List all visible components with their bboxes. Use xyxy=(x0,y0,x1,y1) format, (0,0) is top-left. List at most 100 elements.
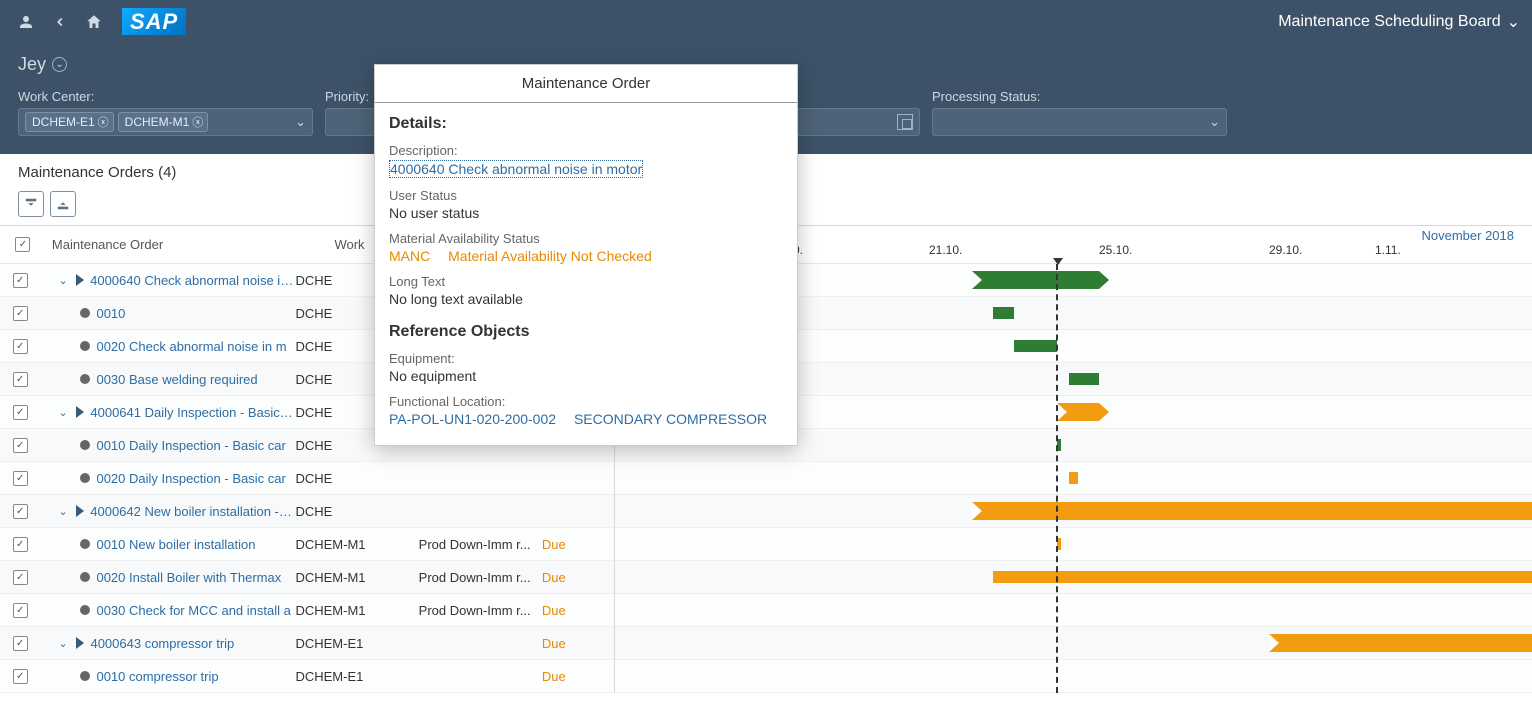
work-center-cell: DCHEM-E1 xyxy=(295,669,418,684)
order-icon xyxy=(76,505,84,517)
order-link[interactable]: 4000643 compressor trip xyxy=(90,636,234,651)
chevron-down-icon: ⌄ xyxy=(295,114,306,130)
gantt-bar[interactable] xyxy=(1069,373,1099,385)
close-icon[interactable]: ⓧ xyxy=(192,114,203,130)
column-header[interactable]: Maintenance Order xyxy=(46,237,335,252)
close-icon[interactable]: ⓧ xyxy=(98,114,109,130)
row-checkbox[interactable] xyxy=(13,603,28,618)
gantt-bar[interactable] xyxy=(1069,472,1078,484)
gantt-bar[interactable] xyxy=(1269,634,1532,652)
row-checkbox[interactable] xyxy=(13,636,28,651)
operation-icon xyxy=(80,374,90,384)
row-checkbox[interactable] xyxy=(13,669,28,684)
material-availability-label: Material Availability Status xyxy=(389,231,783,246)
gantt-bar[interactable] xyxy=(993,571,1532,583)
expand-icon[interactable]: ⌄ xyxy=(58,505,70,518)
app-title-dropdown[interactable]: Maintenance Scheduling Board ⌄ xyxy=(1278,12,1520,32)
row-checkbox[interactable] xyxy=(13,504,28,519)
order-link[interactable]: 0010 xyxy=(96,306,125,321)
timeline-tick: 25.10. xyxy=(1099,243,1132,257)
details-header: Details: xyxy=(389,115,783,133)
table-row[interactable]: 0020 Daily Inspection - Basic car DCHE xyxy=(0,462,614,495)
order-icon xyxy=(76,274,84,286)
description-link[interactable]: 4000640 Check abnormal noise in motor xyxy=(389,160,643,178)
row-checkbox[interactable] xyxy=(13,471,28,486)
gantt-bar[interactable] xyxy=(1014,340,1057,352)
table-row[interactable]: 0010 compressor trip DCHEM-E1 Due xyxy=(0,660,614,693)
table-row[interactable]: 0020 Install Boiler with Thermax DCHEM-M… xyxy=(0,561,614,594)
order-link[interactable]: 0020 Install Boiler with Thermax xyxy=(96,570,281,585)
maintenance-order-popover: Maintenance Order Details: Description: … xyxy=(374,64,798,446)
work-center-cell: DCHEM-M1 xyxy=(295,603,418,618)
order-link[interactable]: 0010 New boiler installation xyxy=(96,537,255,552)
material-availability-text: Material Availability Not Checked xyxy=(448,248,652,264)
time-marker-icon xyxy=(1053,258,1063,265)
filter-work-center: Work Center: DCHEM-E1ⓧ DCHEM-M1ⓧ ⌄ xyxy=(18,89,313,136)
row-checkbox[interactable] xyxy=(13,405,28,420)
order-link[interactable]: 4000640 Check abnormal noise in m xyxy=(90,273,295,288)
row-checkbox[interactable] xyxy=(13,306,28,321)
operation-icon xyxy=(80,308,90,318)
gantt-row xyxy=(615,660,1532,693)
gantt-row xyxy=(615,594,1532,627)
order-link[interactable]: 4000641 Daily Inspection - Basic ca xyxy=(90,405,295,420)
material-availability-code: MANC xyxy=(389,248,430,264)
gantt-bar[interactable] xyxy=(1057,403,1100,421)
timeline-tick: 29.10. xyxy=(1269,243,1302,257)
description-label: Description: xyxy=(389,143,783,158)
table-row[interactable]: 0030 Check for MCC and install a DCHEM-M… xyxy=(0,594,614,627)
token[interactable]: DCHEM-E1ⓧ xyxy=(25,112,114,132)
back-icon[interactable] xyxy=(46,8,74,36)
chevron-down-icon: ⌄ xyxy=(1209,114,1220,130)
gantt-bar[interactable] xyxy=(993,307,1014,319)
gantt-bar[interactable] xyxy=(972,271,1100,289)
due-cell: Due xyxy=(542,636,614,651)
work-center-input[interactable]: DCHEM-E1ⓧ DCHEM-M1ⓧ ⌄ xyxy=(18,108,313,136)
order-link[interactable]: 0020 Check abnormal noise in m xyxy=(96,339,286,354)
functional-location-code[interactable]: PA-POL-UN1-020-200-002 xyxy=(389,411,556,427)
work-center-cell: DCHEM-M1 xyxy=(295,570,418,585)
due-cell: Due xyxy=(542,570,614,585)
order-link[interactable]: 0010 Daily Inspection - Basic car xyxy=(96,438,285,453)
value-help-icon[interactable] xyxy=(897,114,913,130)
order-link[interactable]: 0030 Check for MCC and install a xyxy=(96,603,290,618)
row-checkbox[interactable] xyxy=(13,372,28,387)
expand-all-button[interactable] xyxy=(18,191,44,217)
order-link[interactable]: 0020 Daily Inspection - Basic car xyxy=(96,471,285,486)
select-all-checkbox[interactable] xyxy=(15,237,30,252)
user-status-label: User Status xyxy=(389,188,783,203)
row-checkbox[interactable] xyxy=(13,273,28,288)
expand-icon[interactable]: ⌄ xyxy=(58,406,70,419)
row-checkbox[interactable] xyxy=(13,570,28,585)
long-text-value: No long text available xyxy=(389,291,783,307)
priority-cell: Prod Down-Imm r... xyxy=(419,537,542,552)
gantt-row xyxy=(615,528,1532,561)
row-checkbox[interactable] xyxy=(13,438,28,453)
row-checkbox[interactable] xyxy=(13,339,28,354)
functional-location-label: Functional Location: xyxy=(389,394,783,409)
home-icon[interactable] xyxy=(80,8,108,36)
collapse-all-button[interactable] xyxy=(50,191,76,217)
priority-cell: Prod Down-Imm r... xyxy=(419,570,542,585)
table-row[interactable]: ⌄4000643 compressor trip DCHEM-E1 Due xyxy=(0,627,614,660)
row-checkbox[interactable] xyxy=(13,537,28,552)
filter-label: Work Center: xyxy=(18,89,313,104)
expand-icon[interactable]: ⌄ xyxy=(58,274,70,287)
sap-logo: SAP xyxy=(122,9,186,35)
processing-status-input[interactable]: ⌄ xyxy=(932,108,1227,136)
equipment-label: Equipment: xyxy=(389,351,783,366)
due-cell: Due xyxy=(542,669,614,684)
expand-icon[interactable]: ⌄ xyxy=(58,637,70,650)
header-bar: SAP Maintenance Scheduling Board ⌄ xyxy=(0,0,1532,44)
table-row[interactable]: ⌄4000642 New boiler installation - Re DC… xyxy=(0,495,614,528)
operation-icon xyxy=(80,605,90,615)
table-row[interactable]: 0010 New boiler installation DCHEM-M1 Pr… xyxy=(0,528,614,561)
functional-location-text[interactable]: SECONDARY COMPRESSOR xyxy=(574,411,767,427)
user-icon[interactable] xyxy=(12,8,40,36)
operation-icon xyxy=(80,440,90,450)
token[interactable]: DCHEM-M1ⓧ xyxy=(118,112,209,132)
order-link[interactable]: 0010 compressor trip xyxy=(96,669,218,684)
variant-name: Jey xyxy=(18,54,46,75)
order-link[interactable]: 0030 Base welding required xyxy=(96,372,257,387)
order-link[interactable]: 4000642 New boiler installation - Re xyxy=(90,504,295,519)
